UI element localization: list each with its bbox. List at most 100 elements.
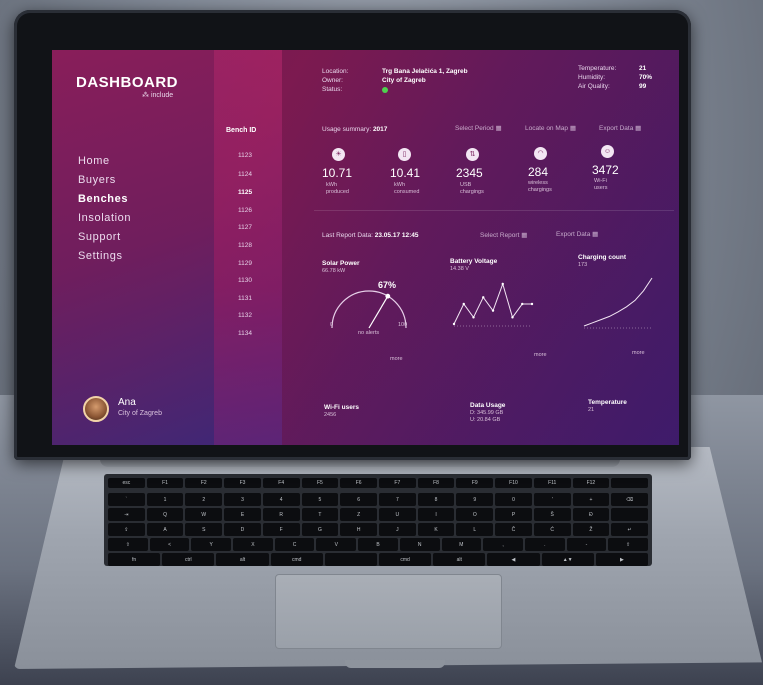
keyboard-key[interactable]: 0: [495, 493, 532, 506]
keyboard-key[interactable]: 4: [262, 493, 300, 506]
keyboard-key[interactable]: [611, 478, 648, 488]
keyboard-key[interactable]: F: [262, 523, 300, 536]
keyboard-key[interactable]: Q: [146, 508, 184, 521]
keyboard-key[interactable]: -: [566, 538, 607, 551]
keyboard-key[interactable]: E: [224, 508, 261, 521]
keyboard-key[interactable]: F10: [495, 478, 532, 488]
keyboard-key[interactable]: .: [524, 538, 565, 551]
keyboard-key[interactable]: Y: [191, 538, 232, 551]
keyboard-key[interactable]: Đ: [572, 508, 610, 521]
keyboard-key[interactable]: F11: [533, 478, 571, 488]
select-report-button[interactable]: Select Report ▦: [480, 231, 527, 239]
bench-id-item[interactable]: 1126: [238, 207, 252, 214]
keyboard-key[interactable]: F8: [417, 478, 455, 488]
keyboard-key[interactable]: ⇧: [108, 538, 148, 551]
keyboard-key[interactable]: <: [149, 538, 190, 551]
keyboard-key[interactable]: Ž: [572, 523, 610, 536]
keyboard-key[interactable]: +: [572, 493, 610, 506]
keyboard-key[interactable]: I: [417, 508, 455, 521]
keyboard-key[interactable]: ◀: [487, 553, 540, 566]
keyboard-key[interactable]: 8: [417, 493, 455, 506]
keyboard-key[interactable]: F3: [224, 478, 261, 488]
keyboard-key[interactable]: F12: [572, 478, 610, 488]
keyboard-key[interactable]: R: [262, 508, 300, 521]
keyboard-key[interactable]: ▲▼: [541, 553, 594, 566]
keyboard-key[interactable]: X: [233, 538, 273, 551]
keyboard-key[interactable]: alt: [433, 553, 486, 566]
keyboard-key[interactable]: 7: [379, 493, 416, 506]
keyboard-key[interactable]: ': [533, 493, 571, 506]
keyboard-key[interactable]: `: [108, 493, 145, 506]
keyboard-key[interactable]: F4: [262, 478, 300, 488]
keyboard-key[interactable]: [324, 553, 377, 566]
keyboard-key[interactable]: 2: [185, 493, 223, 506]
nav-item-buyers[interactable]: Buyers: [78, 174, 116, 186]
keyboard-key[interactable]: M: [441, 538, 482, 551]
select-period-button[interactable]: Select Period ▦: [455, 124, 502, 132]
keyboard-key[interactable]: ↵: [611, 523, 648, 536]
bench-id-item[interactable]: 1123: [238, 152, 252, 159]
keyboard-key[interactable]: K: [417, 523, 455, 536]
keyboard-key[interactable]: W: [185, 508, 223, 521]
keyboard-key[interactable]: O: [456, 508, 494, 521]
keyboard-key[interactable]: cmd: [379, 553, 432, 566]
nav-item-settings[interactable]: Settings: [78, 250, 123, 262]
keyboard-key[interactable]: P: [495, 508, 532, 521]
bench-id-item[interactable]: 1132: [238, 312, 252, 319]
keyboard-key[interactable]: F6: [340, 478, 377, 488]
charging-more-link[interactable]: more: [632, 350, 645, 357]
keyboard-key[interactable]: ⇪: [108, 523, 145, 536]
keyboard-key[interactable]: 3: [224, 493, 261, 506]
keyboard-key[interactable]: Ć: [533, 523, 571, 536]
keyboard-key[interactable]: ▶: [595, 553, 648, 566]
keyboard-key[interactable]: S: [185, 523, 223, 536]
solar-more-link[interactable]: more: [390, 356, 403, 363]
bench-id-item[interactable]: 1128: [238, 242, 252, 249]
keyboard-key[interactable]: J: [379, 523, 416, 536]
bench-id-item[interactable]: 1134: [238, 330, 252, 337]
keyboard-key[interactable]: V: [316, 538, 357, 551]
keyboard-key[interactable]: G: [301, 523, 339, 536]
keyboard-key[interactable]: Z: [340, 508, 377, 521]
keyboard-key[interactable]: ,: [483, 538, 523, 551]
keyboard-key[interactable]: alt: [216, 553, 269, 566]
bench-id-item[interactable]: 1127: [238, 224, 252, 231]
keyboard-key[interactable]: ctrl: [162, 553, 215, 566]
bench-id-item[interactable]: 1124: [238, 171, 252, 178]
keyboard-key[interactable]: L: [456, 523, 494, 536]
keyboard-key[interactable]: ⇥: [108, 508, 145, 521]
keyboard-key[interactable]: fn: [108, 553, 161, 566]
nav-item-insolation[interactable]: Insolation: [78, 212, 131, 224]
keyboard-key[interactable]: 9: [456, 493, 494, 506]
locate-on-map-button[interactable]: Locate on Map ▦: [525, 124, 576, 132]
nav-item-support[interactable]: Support: [78, 231, 121, 243]
keyboard-key[interactable]: N: [399, 538, 440, 551]
keyboard-key[interactable]: F7: [379, 478, 416, 488]
bench-id-item[interactable]: 1131: [238, 295, 252, 302]
keyboard-key[interactable]: Č: [495, 523, 532, 536]
keyboard-key[interactable]: T: [301, 508, 339, 521]
export-data-button[interactable]: Export Data ▦: [556, 230, 598, 238]
bench-id-item-selected[interactable]: 1125: [238, 189, 252, 196]
keyboard-key[interactable]: esc: [108, 478, 145, 488]
battery-more-link[interactable]: more: [534, 352, 547, 359]
keyboard-key[interactable]: F9: [456, 478, 494, 488]
nav-item-benches[interactable]: Benches: [78, 193, 128, 205]
export-data-button[interactable]: Export Data ▦: [599, 124, 641, 132]
keyboard-key[interactable]: D: [224, 523, 261, 536]
keyboard-key[interactable]: A: [146, 523, 184, 536]
keyboard-key[interactable]: 5: [301, 493, 339, 506]
trackpad[interactable]: [275, 574, 502, 649]
keyboard-key[interactable]: U: [379, 508, 416, 521]
bench-id-item[interactable]: 1129: [238, 260, 252, 267]
keyboard-key[interactable]: cmd: [270, 553, 323, 566]
keyboard-key[interactable]: Š: [533, 508, 571, 521]
nav-item-home[interactable]: Home: [78, 155, 110, 167]
keyboard-key[interactable]: ⌫: [611, 493, 648, 506]
keyboard-key[interactable]: F5: [301, 478, 339, 488]
keyboard-key[interactable]: [611, 508, 648, 521]
bench-id-item[interactable]: 1130: [238, 277, 252, 284]
keyboard-key[interactable]: ⇧: [608, 538, 648, 551]
keyboard-key[interactable]: F1: [146, 478, 184, 488]
avatar[interactable]: [83, 396, 109, 422]
